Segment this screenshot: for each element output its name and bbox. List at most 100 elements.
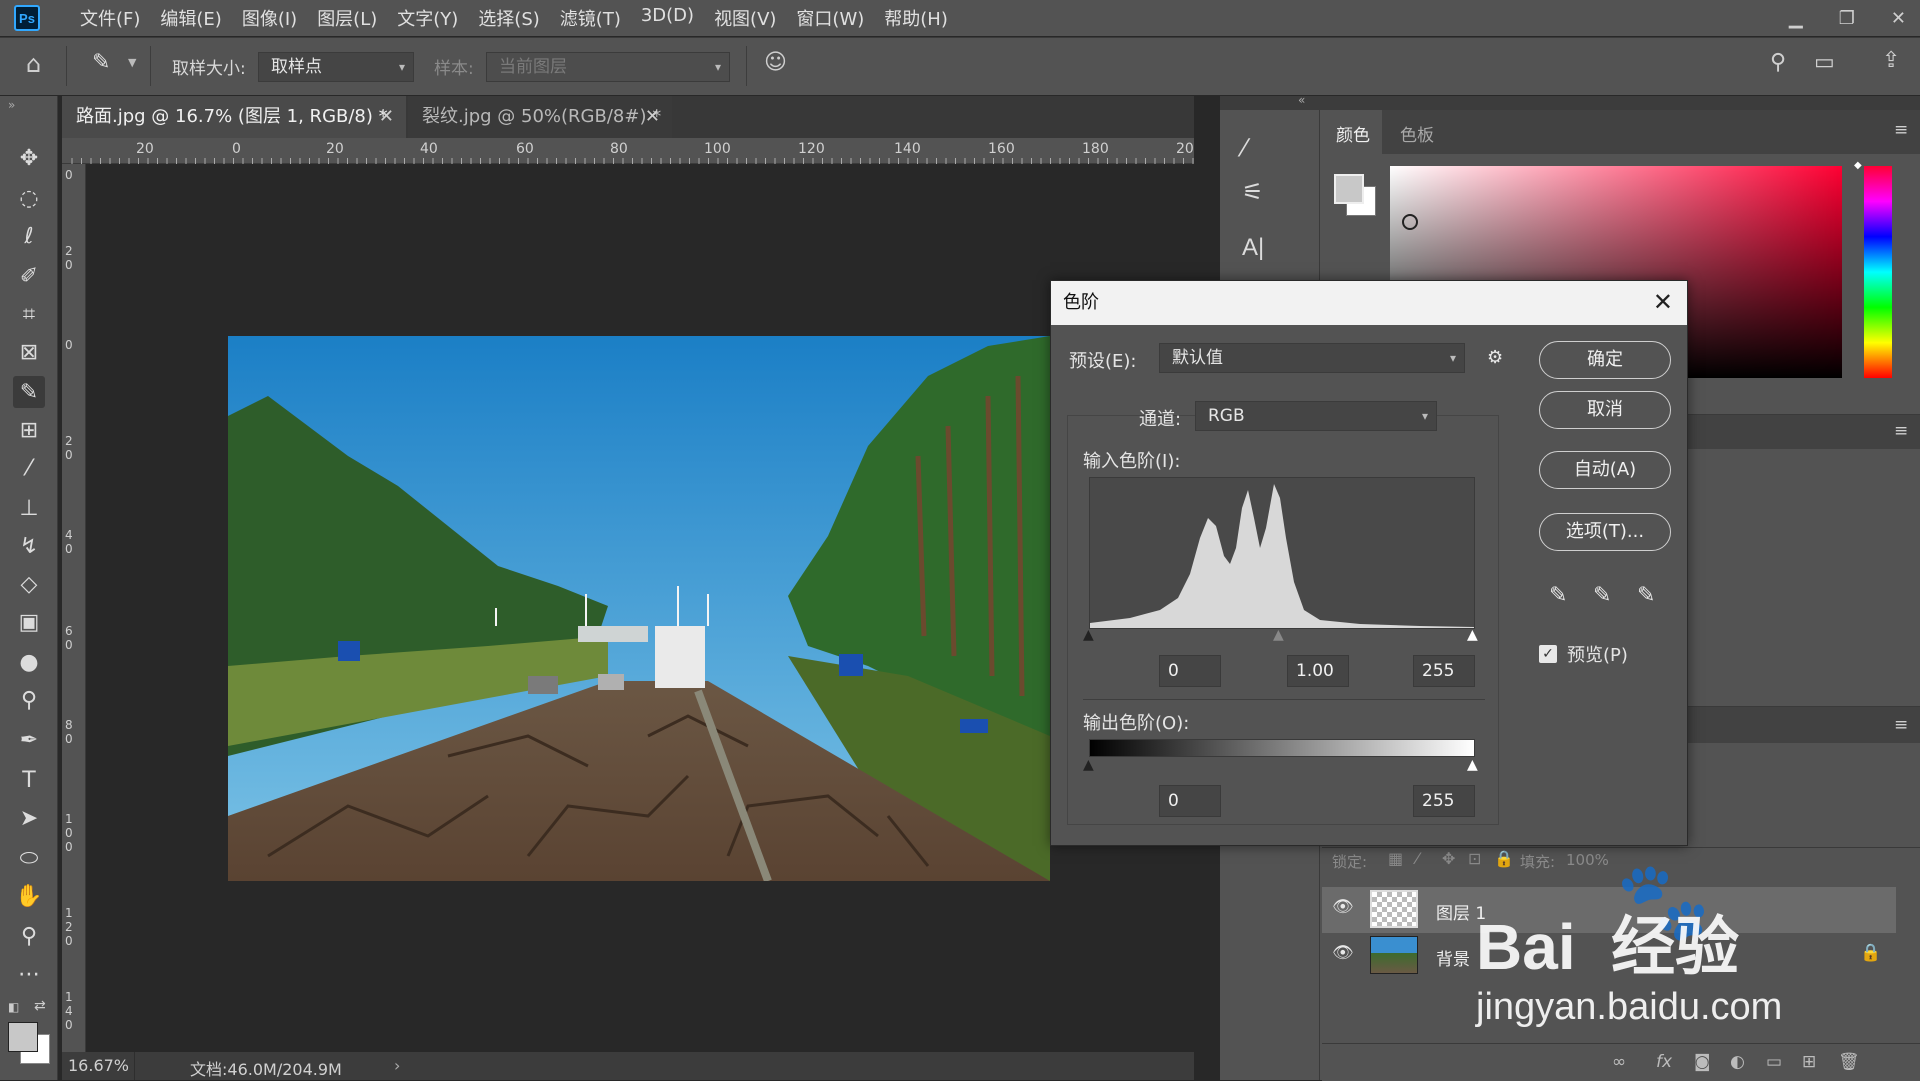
fill-value[interactable]: 100% (1566, 851, 1609, 869)
quick-select-tool-icon[interactable]: ✐ (13, 260, 45, 292)
menu-edit[interactable]: 编辑(E) (150, 5, 231, 31)
ok-button[interactable]: 确定 (1539, 341, 1671, 379)
input-white-field[interactable]: 255 (1413, 655, 1475, 687)
sample-size-dropdown[interactable]: 取样点 ▾ (258, 52, 414, 82)
minimize-icon[interactable]: ▁ (1789, 8, 1803, 29)
brush-settings-icon[interactable]: ⁄ (1242, 134, 1246, 162)
auto-button[interactable]: 自动(A) (1539, 451, 1671, 489)
menu-layer[interactable]: 图层(L) (307, 5, 387, 31)
layer-name[interactable]: 背景 (1436, 945, 1470, 970)
tool-preset-caret-icon[interactable]: ▼ (128, 56, 136, 69)
lock-all-icon[interactable]: 🔒 (1494, 849, 1514, 868)
move-tool-icon[interactable]: ✥ (13, 142, 45, 174)
menu-type[interactable]: 文字(Y) (387, 5, 468, 31)
swap-colors-icon[interactable]: ⇄ (34, 998, 46, 1014)
home-icon[interactable]: ⌂ (26, 50, 41, 78)
frame-tool-icon[interactable]: ⊠ (13, 336, 45, 368)
blur-tool-icon[interactable]: ● (13, 646, 45, 678)
group-icon[interactable]: ▭ (1766, 1052, 1782, 1072)
preview-checkbox[interactable]: ✓ (1539, 645, 1557, 663)
restore-icon[interactable]: ❐ (1839, 8, 1855, 29)
mask-icon[interactable]: ◙ (1694, 1052, 1711, 1072)
hue-marker-icon[interactable]: ◆ (1854, 160, 1862, 171)
sample-ring-icon[interactable]: ☺ (764, 50, 787, 75)
healing-tool-icon[interactable]: ⊞ (13, 414, 45, 446)
close-icon[interactable]: ✕ (1891, 8, 1906, 29)
tab-crack-doc[interactable]: 裂纹.jpg @ 50%(RGB/8#) * ✕ (408, 96, 672, 138)
brush-tool-icon[interactable]: ⁄ (13, 452, 45, 484)
foreground-swatch[interactable] (1334, 174, 1364, 204)
character-icon[interactable]: A| (1242, 234, 1264, 262)
preset-options-icon[interactable]: ⚙ (1487, 347, 1503, 368)
document-image[interactable] (228, 336, 1050, 881)
canvas-area[interactable] (87, 165, 1194, 1052)
color-picker-ring[interactable] (1402, 214, 1418, 230)
lock-pixels-icon[interactable]: ▦ (1388, 849, 1403, 868)
menu-window[interactable]: 窗口(W) (786, 5, 874, 31)
menu-image[interactable]: 图像(I) (232, 5, 307, 31)
lock-position-icon[interactable]: ✥ (1442, 849, 1455, 868)
ellipse-tool-icon[interactable]: ⬭ (13, 842, 45, 874)
panel-menu-icon[interactable]: ≡ (1894, 120, 1908, 140)
pen-tool-icon[interactable]: ✒ (13, 724, 45, 756)
menu-help[interactable]: 帮助(H) (874, 5, 958, 31)
crop-tool-icon[interactable]: ⌗ (13, 298, 45, 330)
path-select-tool-icon[interactable]: ➤ (13, 802, 45, 834)
eye-icon[interactable]: 👁 (1332, 943, 1354, 963)
foreground-color-swatch[interactable] (8, 1022, 38, 1052)
collapse-arrows-icon[interactable]: » (8, 98, 15, 112)
fx-icon[interactable]: fx (1656, 1052, 1672, 1072)
close-tab-icon[interactable]: ✕ (379, 96, 394, 138)
black-eyedropper-icon[interactable]: ✎ (1549, 583, 1567, 608)
link-layers-icon[interactable]: ∞ (1612, 1052, 1626, 1072)
menu-file[interactable]: 文件(F) (70, 5, 150, 31)
menu-3d[interactable]: 3D(D) (631, 5, 704, 31)
hue-slider[interactable] (1864, 166, 1892, 378)
input-black-field[interactable]: 0 (1159, 655, 1221, 687)
panel-menu-icon[interactable]: ≡ (1894, 715, 1908, 735)
tab-swatches[interactable]: 色板 (1400, 121, 1434, 146)
eyedropper-tool-icon[interactable]: ✎ (13, 376, 45, 408)
search-icon[interactable]: ⚲ (1770, 50, 1786, 75)
sample-dropdown[interactable]: 当前图层 ▾ (486, 52, 730, 82)
gamma-slider-icon[interactable]: ▲ (1273, 627, 1284, 643)
tab-road-doc[interactable]: 路面.jpg @ 16.7% (图层 1, RGB/8) * ✕ (62, 96, 406, 138)
input-gamma-field[interactable]: 1.00 (1287, 655, 1349, 687)
share-icon[interactable]: ⇪ (1882, 48, 1900, 73)
chevron-right-icon[interactable]: › (394, 1056, 400, 1075)
white-point-slider-icon[interactable]: ▲ (1467, 627, 1478, 643)
delete-icon[interactable]: 🗑 (1838, 1052, 1860, 1072)
lock-brush-icon[interactable]: ⁄ (1416, 849, 1419, 868)
output-black-field[interactable]: 0 (1159, 785, 1221, 817)
eyedropper-icon[interactable]: ✎ (92, 50, 110, 75)
options-button[interactable]: 选项(T)... (1539, 513, 1671, 551)
adjustment-layer-icon[interactable]: ◐ (1730, 1052, 1745, 1072)
history-brush-tool-icon[interactable]: ↯ (13, 530, 45, 562)
default-colors-icon[interactable]: ◧ (8, 1000, 19, 1014)
close-icon[interactable]: ✕ (1653, 281, 1673, 323)
zoom-level[interactable]: 16.67% (68, 1056, 129, 1075)
preset-dropdown[interactable]: 默认值 ▾ (1159, 343, 1465, 373)
output-white-field[interactable]: 255 (1413, 785, 1475, 817)
hand-tool-icon[interactable]: ✋ (13, 880, 45, 912)
close-tab-icon[interactable]: ✕ (645, 96, 660, 138)
tab-color[interactable]: 颜色 (1322, 110, 1382, 154)
output-white-slider-icon[interactable]: ▲ (1467, 757, 1478, 773)
workspace-icon[interactable]: ▭ (1814, 50, 1835, 75)
black-point-slider-icon[interactable]: ▲ (1083, 627, 1094, 643)
new-layer-icon[interactable]: ⊞ (1802, 1052, 1816, 1072)
eye-icon[interactable]: 👁 (1332, 897, 1354, 917)
more-tools-icon[interactable]: ⋯ (13, 958, 45, 990)
dialog-title-bar[interactable]: 色阶 ✕ (1051, 281, 1687, 325)
output-black-slider-icon[interactable]: ▲ (1083, 757, 1094, 773)
cancel-button[interactable]: 取消 (1539, 391, 1671, 429)
stamp-tool-icon[interactable]: ⊥ (13, 492, 45, 524)
lock-artboard-icon[interactable]: ⊡ (1468, 849, 1481, 868)
channel-dropdown[interactable]: RGB ▾ (1195, 401, 1437, 431)
collapse-panels-icon[interactable]: « (1298, 93, 1305, 107)
zoom-tool-icon[interactable]: ⚲ (13, 920, 45, 952)
gradient-tool-icon[interactable]: ▣ (13, 606, 45, 638)
adjustments-icon[interactable]: ⚟ (1242, 178, 1264, 206)
menu-select[interactable]: 选择(S) (468, 5, 549, 31)
panel-menu-icon[interactable]: ≡ (1894, 421, 1908, 441)
